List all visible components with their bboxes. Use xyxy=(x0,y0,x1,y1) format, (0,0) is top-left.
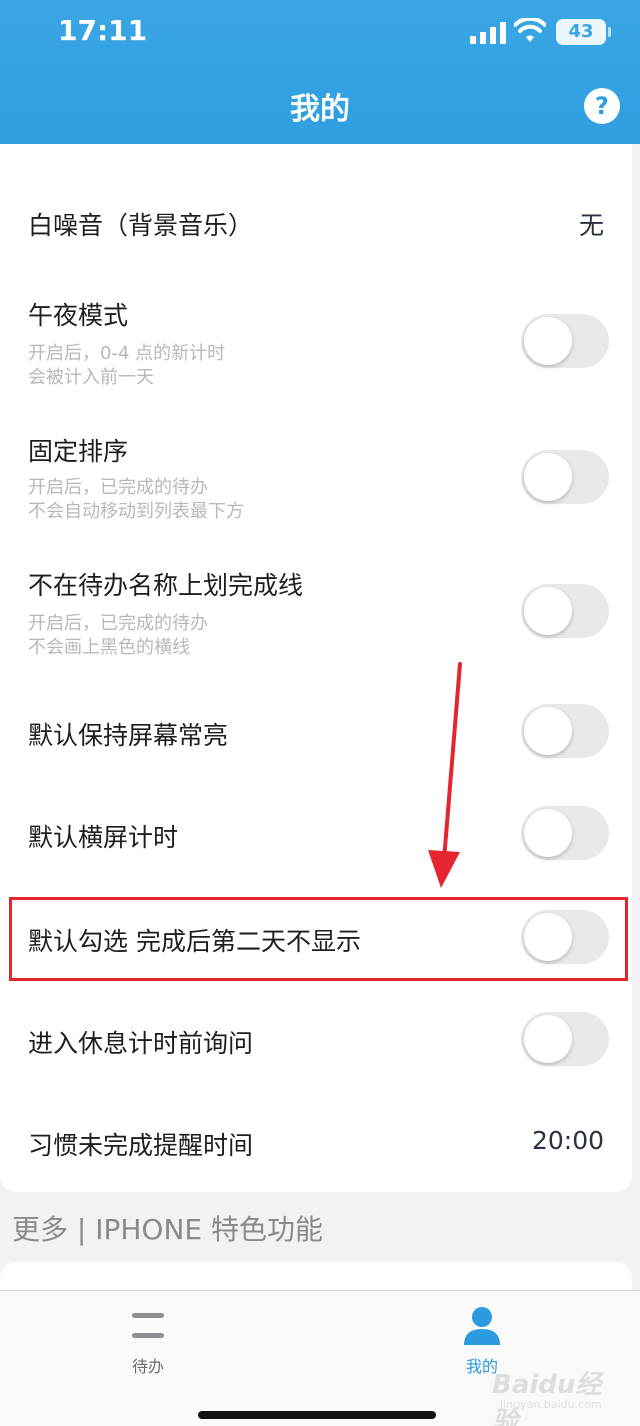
watermark-brand: Baidu经验 xyxy=(492,1370,602,1426)
keep-screen-on-toggle[interactable] xyxy=(521,704,609,758)
battery-icon: 43 xyxy=(556,19,611,45)
status-time: 17:11 xyxy=(58,14,148,47)
status-bar: 17:11 43 xyxy=(0,0,640,66)
setting-description: 不会自动移动到列表最下方 xyxy=(28,501,244,522)
toggle-knob xyxy=(524,317,572,365)
setting-title: 默认横屏计时 xyxy=(28,823,179,852)
toggle-knob xyxy=(524,1015,572,1063)
setting-title: 不在待办名称上划完成线 xyxy=(28,571,304,600)
setting-title: 午夜模式 xyxy=(28,301,129,330)
setting-description: 不会画上黑色的横线 xyxy=(28,637,190,658)
baidu-watermark: Baidu经验 jingyan.baidu.com xyxy=(478,1358,618,1426)
setting-value: 无 xyxy=(578,211,604,240)
setting-title: 进入休息计时前询问 xyxy=(28,1029,254,1058)
battery-level: 43 xyxy=(568,21,594,42)
setting-keep-screen-on: 默认保持屏幕常亮 xyxy=(0,702,632,762)
ask-before-rest-toggle[interactable] xyxy=(521,1012,609,1066)
help-button[interactable]: ? xyxy=(584,88,620,124)
no-strikethrough-toggle[interactable] xyxy=(521,584,609,638)
setting-description: 开启后，已完成的待办 xyxy=(28,613,208,634)
more-section-title: 更多 | IPHONE 特色功能 xyxy=(12,1213,324,1246)
setting-title: 默认保持屏幕常亮 xyxy=(28,721,229,750)
setting-title: 白噪音（背景音乐） xyxy=(28,211,254,240)
fixed-sort-toggle[interactable] xyxy=(521,450,609,504)
menu-icon xyxy=(132,1313,164,1338)
watermark-site: jingyan.baidu.com xyxy=(500,1398,602,1411)
setting-ask-before-rest: 进入休息计时前询问 xyxy=(0,1010,632,1070)
settings-card: 白噪音（背景音乐） 无 午夜模式 开启后，0-4 点的新计时 会被计入前一天 固… xyxy=(0,144,632,1192)
tab-todo[interactable]: 待办 xyxy=(78,1291,218,1391)
wifi-icon xyxy=(514,18,546,42)
setting-title: 习惯未完成提醒时间 xyxy=(28,1131,254,1160)
setting-midnight-mode: 午夜模式 开启后，0-4 点的新计时 会被计入前一天 xyxy=(0,290,632,400)
toggle-knob xyxy=(524,453,572,501)
cellular-signal-icon xyxy=(470,22,506,44)
setting-fixed-sort: 固定排序 开启后，已完成的待办 不会自动移动到列表最下方 xyxy=(0,426,632,536)
landscape-timer-toggle[interactable] xyxy=(521,806,609,860)
setting-description: 会被计入前一天 xyxy=(28,367,154,388)
highlight-box-annotation xyxy=(9,897,628,981)
app-header: 17:11 43 我的 ? xyxy=(0,0,640,144)
midnight-mode-toggle[interactable] xyxy=(521,314,609,368)
tab-label: 待办 xyxy=(131,1357,164,1376)
toggle-knob xyxy=(524,707,572,755)
toggle-knob xyxy=(524,587,572,635)
setting-value: 20:00 xyxy=(531,1126,604,1155)
setting-landscape-timer: 默认横屏计时 xyxy=(0,804,632,864)
setting-title: 固定排序 xyxy=(28,437,129,466)
setting-habit-reminder[interactable]: 习惯未完成提醒时间 20:00 xyxy=(0,1112,632,1172)
home-indicator xyxy=(198,1411,436,1419)
red-arrow-annotation xyxy=(428,662,462,888)
setting-description: 开启后，0-4 点的新计时 xyxy=(28,343,226,364)
page-title: 我的 xyxy=(290,92,350,127)
toggle-knob xyxy=(524,809,572,857)
setting-description: 开启后，已完成的待办 xyxy=(28,477,208,498)
setting-no-strikethrough: 不在待办名称上划完成线 开启后，已完成的待办 不会画上黑色的横线 xyxy=(0,562,632,672)
person-icon xyxy=(464,1307,500,1345)
setting-white-noise[interactable]: 白噪音（背景音乐） 无 xyxy=(0,188,632,258)
